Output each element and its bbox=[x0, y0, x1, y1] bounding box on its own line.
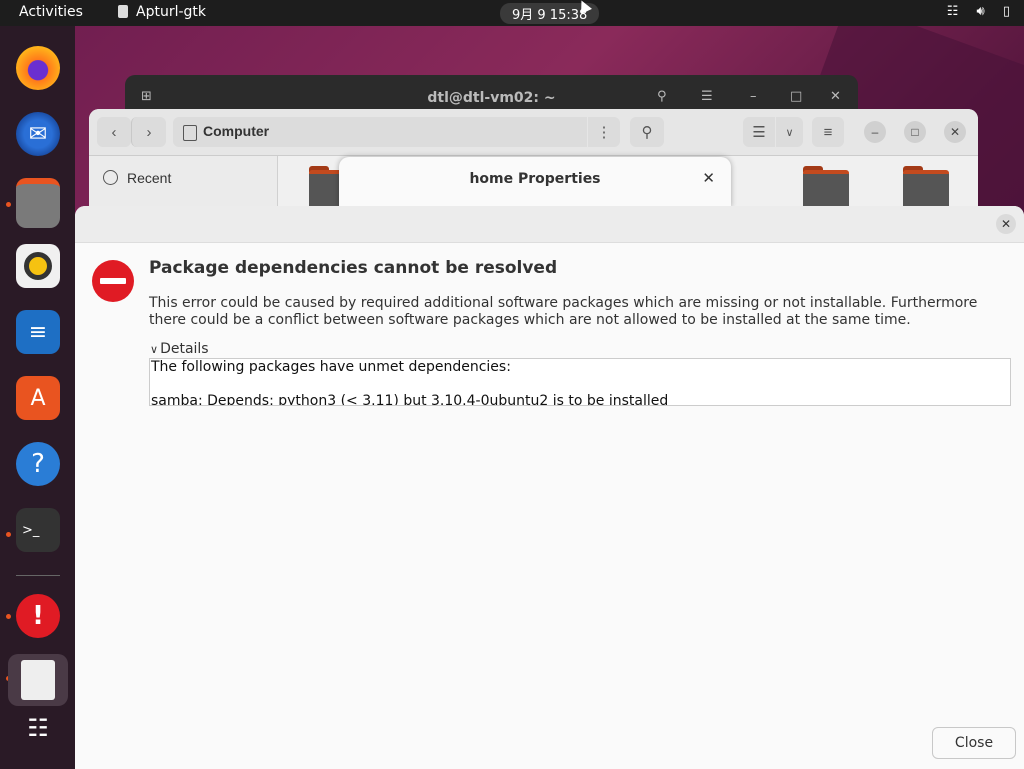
sidebar-item-recent[interactable]: Recent bbox=[127, 170, 171, 186]
minimize-icon[interactable]: – bbox=[750, 89, 757, 104]
activities-button[interactable]: Activities bbox=[19, 4, 83, 20]
top-bar: Activities Apturl-gtk 9月 9 15:38 ☷ 🔊︎ ▯ bbox=[0, 0, 1024, 26]
rhythmbox-icon[interactable] bbox=[16, 244, 60, 288]
app-center-icon[interactable]: A bbox=[16, 376, 60, 420]
close-icon[interactable]: ✕ bbox=[944, 121, 966, 143]
system-tray[interactable]: ☷ 🔊︎ ▯ bbox=[933, 4, 1010, 19]
show-apps-icon[interactable]: ☷ bbox=[16, 706, 60, 750]
path-label: Computer bbox=[203, 123, 270, 139]
path-menu-icon[interactable]: ⋮ bbox=[588, 117, 620, 147]
details-label: Details bbox=[160, 341, 209, 357]
minimize-icon[interactable]: – bbox=[864, 121, 886, 143]
close-icon[interactable]: ✕ bbox=[996, 214, 1016, 234]
search-icon[interactable]: ⚲ bbox=[657, 89, 667, 104]
back-button[interactable]: ‹ bbox=[97, 117, 131, 147]
app-icon bbox=[118, 5, 128, 18]
volume-icon[interactable]: 🔊︎ bbox=[977, 4, 985, 19]
terminal-title: dtl@dtl-vm02: ~ bbox=[427, 90, 556, 106]
error-dialog: ✕ Package dependencies cannot be resolve… bbox=[75, 206, 1024, 769]
running-indicator bbox=[6, 532, 11, 537]
list-view-icon[interactable]: ☰ bbox=[743, 117, 775, 147]
running-indicator bbox=[6, 202, 11, 207]
view-options-icon[interactable]: ∨ bbox=[776, 117, 803, 147]
details-line: samba: Depends: python3 (< 3.11) but 3.1… bbox=[151, 393, 669, 406]
firefox-icon[interactable] bbox=[16, 46, 60, 90]
details-expander[interactable]: ∨ Details bbox=[150, 341, 209, 357]
folder-icon[interactable] bbox=[903, 166, 949, 214]
dialog-header: ✕ bbox=[75, 206, 1024, 243]
error-icon bbox=[92, 260, 134, 302]
folder-icon[interactable] bbox=[803, 166, 849, 214]
files-icon[interactable] bbox=[16, 178, 60, 228]
drive-icon bbox=[183, 125, 197, 141]
writer-icon[interactable]: ≡ bbox=[16, 310, 60, 354]
app-name: Apturl-gtk bbox=[136, 4, 207, 20]
app-menu[interactable]: Apturl-gtk bbox=[118, 4, 206, 20]
running-indicator bbox=[6, 614, 11, 619]
chevron-down-icon: ∨ bbox=[150, 343, 159, 356]
battery-icon[interactable]: ▯ bbox=[1003, 4, 1010, 19]
files-header: ‹ › Computer ⋮ ⚲ ☰ ∨ ≡ – □ ✕ bbox=[89, 109, 978, 156]
error-report-icon[interactable]: ! bbox=[16, 594, 60, 638]
details-text-area[interactable]: The following packages have unmet depend… bbox=[149, 358, 1011, 406]
forward-button[interactable]: › bbox=[131, 117, 166, 147]
dock-separator bbox=[16, 575, 60, 576]
close-icon[interactable]: ✕ bbox=[702, 169, 715, 187]
details-line: The following packages have unmet depend… bbox=[151, 359, 511, 375]
error-description: This error could be caused by required a… bbox=[149, 295, 978, 328]
dock: ✉ ≡ A ? >_ ! ☷ bbox=[0, 26, 75, 769]
properties-title: home Properties bbox=[469, 171, 601, 187]
menu-icon[interactable]: ☰ bbox=[701, 89, 713, 104]
close-icon[interactable]: ✕ bbox=[830, 89, 841, 104]
path-bar[interactable]: Computer bbox=[173, 117, 587, 147]
terminal-icon[interactable]: >_ bbox=[16, 508, 60, 552]
menu-icon[interactable]: ≡ bbox=[812, 117, 844, 147]
close-button[interactable]: Close bbox=[932, 727, 1016, 759]
maximize-icon[interactable]: □ bbox=[790, 89, 802, 104]
search-icon[interactable]: ⚲ bbox=[630, 117, 664, 147]
recent-icon bbox=[103, 170, 118, 185]
help-icon[interactable]: ? bbox=[16, 442, 60, 486]
archive-icon[interactable] bbox=[8, 654, 68, 706]
maximize-icon[interactable]: □ bbox=[904, 121, 926, 143]
thunderbird-icon[interactable]: ✉ bbox=[16, 112, 60, 156]
network-icon[interactable]: ☷ bbox=[947, 4, 959, 19]
properties-dialog[interactable]: home Properties ✕ bbox=[339, 157, 731, 207]
error-headline: Package dependencies cannot be resolved bbox=[149, 258, 558, 278]
